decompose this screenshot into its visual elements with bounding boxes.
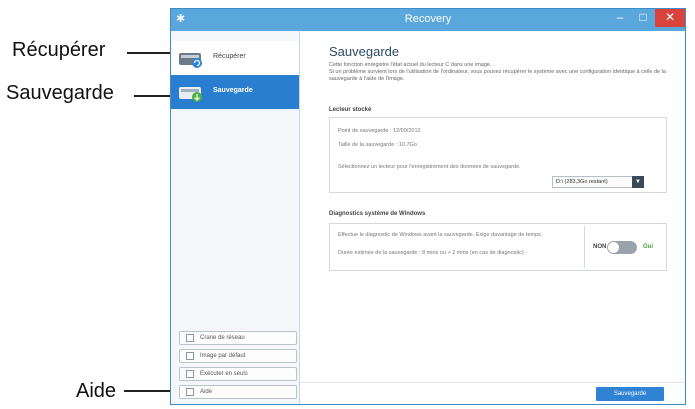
help-icon bbox=[186, 388, 194, 396]
sidebar-item-sauvegarde[interactable]: Sauvegarde bbox=[171, 75, 299, 109]
title-bar: ✱ Recovery – □ ✕ bbox=[171, 9, 685, 31]
window-title: Recovery bbox=[404, 13, 452, 25]
diagnostics-panel: Effectue le diagnostic de Windows avant … bbox=[329, 223, 667, 271]
toggle-off-label: NON bbox=[593, 244, 607, 250]
diagnostics-text-1: Effectue le diagnostic de Windows avant … bbox=[338, 232, 543, 238]
run-button-label: Exécuter en seuls bbox=[200, 371, 248, 377]
backup-point-label: Point de sauvegarde : 12/09/2012 bbox=[338, 128, 421, 134]
close-button[interactable]: ✕ bbox=[655, 9, 685, 27]
disk-restore-icon bbox=[179, 53, 202, 68]
drive-select-value: D:\ (283,3Go restant) bbox=[556, 179, 608, 185]
network-button-label: Crane de réseau bbox=[200, 335, 245, 341]
callout-aide: Aide bbox=[76, 380, 117, 402]
recovery-window: ✱ Recovery – □ ✕ Récupérer Sauvegarde Cr… bbox=[170, 8, 686, 405]
toggle-knob bbox=[608, 242, 619, 253]
footer-divider bbox=[300, 382, 685, 383]
default-image-button[interactable]: Image par défaut bbox=[179, 349, 297, 363]
storage-panel: Point de sauvegarde : 12/09/2012 Taille … bbox=[329, 117, 667, 193]
select-drive-prompt: Sélectionnez un lecteur pour l'enregistr… bbox=[338, 164, 521, 170]
chevron-down-icon: ▼ bbox=[632, 176, 644, 188]
section-title-diagnostics: Diagnostics système de Windows bbox=[329, 211, 426, 217]
default-image-button-label: Image par défaut bbox=[200, 353, 246, 359]
run-button[interactable]: Exécuter en seuls bbox=[179, 367, 297, 381]
sidebar-item-label: Récupérer bbox=[213, 53, 246, 60]
help-button-label: Aide bbox=[200, 389, 213, 395]
callout-recuperer-line bbox=[127, 52, 175, 54]
section-title-storage: Lecteur stocké bbox=[329, 107, 372, 113]
network-icon bbox=[186, 334, 194, 342]
page-description: Cette fonction enregistre l'état actuel … bbox=[329, 62, 679, 83]
sidebar-item-label: Sauvegarde bbox=[213, 87, 253, 94]
help-button[interactable]: Aide bbox=[179, 385, 297, 399]
image-icon bbox=[186, 352, 194, 360]
minimize-button[interactable]: – bbox=[609, 9, 631, 27]
diagnostics-toggle[interactable] bbox=[607, 241, 637, 254]
disk-backup-icon bbox=[179, 87, 202, 102]
drive-select[interactable]: D:\ (283,3Go restant) ▼ bbox=[552, 176, 644, 188]
run-icon bbox=[186, 370, 194, 378]
sidebar-item-recuperer[interactable]: Récupérer bbox=[171, 41, 299, 75]
maximize-button[interactable]: □ bbox=[632, 9, 654, 27]
page-title: Sauvegarde bbox=[329, 44, 400, 59]
callout-recuperer: Récupérer bbox=[12, 39, 106, 61]
description-line-2: Si un problème survient lors de l'utilis… bbox=[329, 69, 666, 82]
description-line-1: Cette fonction enregistre l'état actuel … bbox=[329, 62, 492, 68]
diagnostics-text-2: Durée estimée de la sauvegarde : 8 mins … bbox=[338, 250, 524, 256]
backup-button[interactable]: Sauvegarde bbox=[596, 387, 664, 401]
sidebar: Récupérer Sauvegarde Crane de réseau Ima… bbox=[171, 31, 300, 404]
divider bbox=[584, 226, 585, 268]
toggle-on-label: Oui bbox=[643, 244, 653, 250]
callout-aide-line bbox=[124, 390, 176, 392]
callout-sauvegarde: Sauvegarde bbox=[6, 82, 114, 104]
network-button[interactable]: Crane de réseau bbox=[179, 331, 297, 345]
backup-size-label: Taille de la sauvegarde : 10.7Go bbox=[338, 142, 417, 148]
main-content: Sauvegarde Cette fonction enregistre l'é… bbox=[300, 31, 685, 404]
